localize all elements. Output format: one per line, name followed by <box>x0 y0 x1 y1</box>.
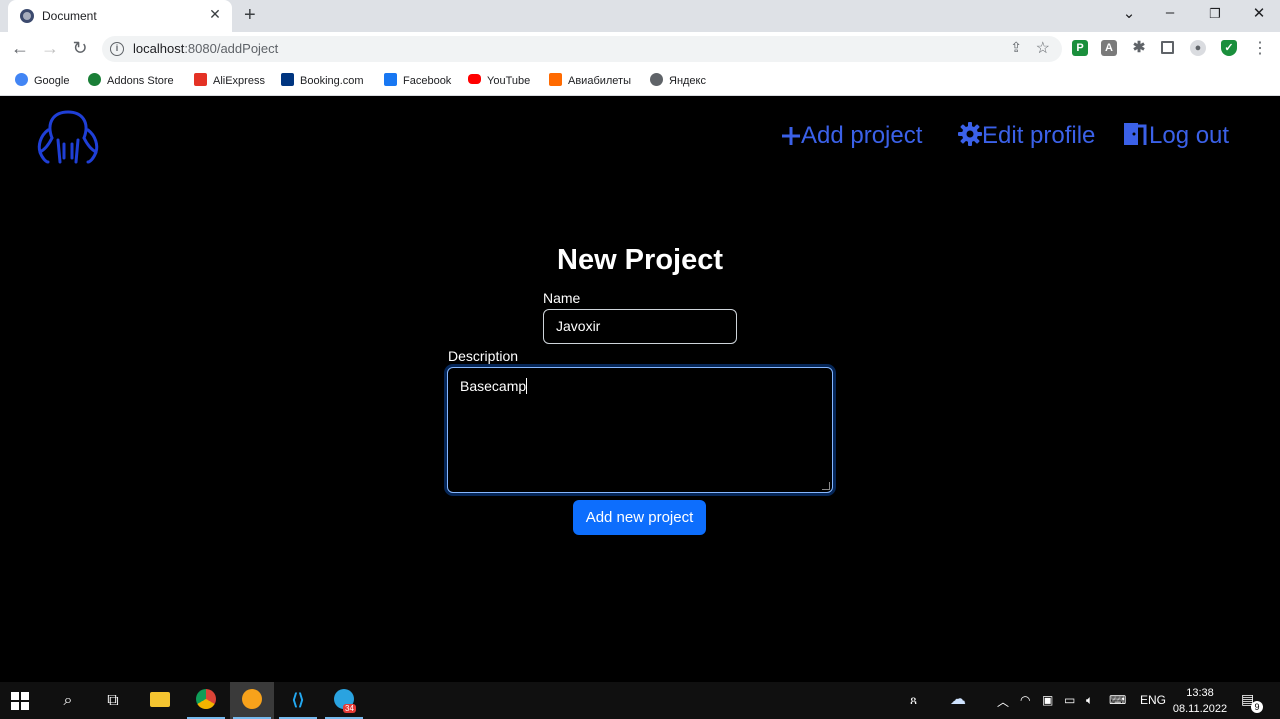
extensions-puzzle-icon[interactable]: ✱ <box>1131 40 1147 56</box>
add-project-label: Add project <box>801 122 923 149</box>
resize-handle[interactable] <box>822 482 830 490</box>
description-value: Basecamp <box>460 378 527 394</box>
booking-icon <box>281 73 294 86</box>
task-view-icon[interactable]: ⧉ <box>100 688 126 714</box>
browser-tab[interactable]: Document ✕ <box>8 0 232 32</box>
search-icon[interactable]: ⌕ <box>55 688 81 714</box>
side-panel-icon[interactable] <box>1161 41 1174 54</box>
system-clock[interactable]: 13:38 08.11.2022 <box>1170 685 1230 717</box>
add-new-project-button[interactable]: Add new project <box>573 500 706 535</box>
bookmark-star-icon[interactable]: ☆ <box>1036 38 1050 58</box>
browser-toolbar: ← → ↻ i localhost:8080/addPoject ⇪ ☆ P A… <box>0 32 1280 66</box>
browser-menu-icon[interactable]: ⋮ <box>1249 38 1271 58</box>
name-label: Name <box>543 290 581 306</box>
page-title: New Project <box>557 244 723 276</box>
yandex-globe-icon <box>650 73 663 86</box>
door-exit-icon <box>1124 123 1147 145</box>
wifi-icon[interactable]: ◠ <box>1020 693 1030 707</box>
aviabilety-icon <box>549 73 562 86</box>
windows-taskbar: ⌕ ⧉ ⟨⟩ 34 ጸ ☁ ︿ ◠ ▣ ▭ 🔈︎ ⌨ ENG 13:38 08.… <box>0 682 1280 719</box>
onedrive-cloud-icon[interactable]: ☁ <box>950 689 966 709</box>
facebook-icon <box>384 73 397 86</box>
site-info-icon[interactable]: i <box>110 42 124 56</box>
name-input[interactable]: Javoxir <box>543 309 737 344</box>
app-logo-icon[interactable] <box>34 108 102 164</box>
url-text[interactable]: localhost:8080/addPoject <box>133 41 278 56</box>
bookmark-aliexpress[interactable]: AliExpress <box>194 73 265 89</box>
file-explorer-icon[interactable] <box>147 688 173 714</box>
edit-profile-link[interactable]: Edit profile <box>958 122 1095 150</box>
new-tab-button[interactable]: + <box>244 4 256 27</box>
tab-search-icon[interactable]: ⌄ <box>1119 4 1139 22</box>
vscode-icon[interactable]: ⟨⟩ <box>285 688 311 714</box>
language-indicator[interactable]: ENG <box>1140 693 1166 707</box>
text-caret <box>526 378 528 394</box>
bookmark-booking[interactable]: Booking.com <box>281 73 364 89</box>
page-favicon-icon <box>20 9 34 23</box>
page-viewport: Add project Edit profile Log out New Pro… <box>0 96 1280 682</box>
edit-profile-label: Edit profile <box>982 122 1096 149</box>
notification-count-badge: 9 <box>1251 701 1263 713</box>
forward-icon[interactable]: → <box>39 38 61 59</box>
bookmark-google[interactable]: Google <box>15 73 69 89</box>
bookmark-facebook[interactable]: Facebook <box>384 73 451 89</box>
bookmark-aviabilety[interactable]: Авиабилеты <box>549 73 631 89</box>
telegram-badge: 34 <box>343 704 356 713</box>
tab-close-icon[interactable]: ✕ <box>206 6 224 23</box>
log-out-link[interactable]: Log out <box>1123 122 1229 150</box>
browser-tab-strip: Document ✕ + ⌄ – ❐ ✕ <box>0 0 1280 32</box>
share-icon[interactable]: ⇪ <box>1010 39 1022 56</box>
google-icon <box>15 73 28 86</box>
restore-icon[interactable]: ❐ <box>1205 6 1225 22</box>
bookmarks-bar: Google Addons Store AliExpress Booking.c… <box>0 66 1280 96</box>
addons-store-icon <box>88 73 101 86</box>
window-close-icon[interactable]: ✕ <box>1249 4 1269 22</box>
description-label: Description <box>448 348 519 364</box>
profile-avatar-icon[interactable]: ● <box>1190 40 1206 56</box>
bookmark-youtube[interactable]: YouTube <box>468 73 530 89</box>
log-out-label: Log out <box>1149 122 1230 149</box>
yandex-browser-icon[interactable] <box>239 688 265 714</box>
people-icon[interactable]: ጸ <box>910 693 917 708</box>
bookmark-yandex[interactable]: Яндекс <box>650 73 706 89</box>
extension-p-icon[interactable]: P <box>1072 40 1088 56</box>
aliexpress-icon <box>194 73 207 86</box>
description-textarea[interactable]: Basecamp <box>447 367 833 493</box>
volume-icon[interactable]: 🔈︎ <box>1086 693 1093 708</box>
gear-icon <box>958 122 982 146</box>
shield-extension-icon[interactable]: ✓ <box>1221 40 1237 56</box>
keyboard-icon[interactable]: ⌨ <box>1109 693 1126 707</box>
meet-now-icon[interactable]: ▣ <box>1042 693 1053 707</box>
bookmark-addons-store[interactable]: Addons Store <box>88 73 174 89</box>
chrome-icon[interactable] <box>193 688 219 714</box>
clock-date: 08.11.2022 <box>1172 703 1228 715</box>
plus-icon <box>782 127 800 145</box>
address-bar[interactable]: i localhost:8080/addPoject ⇪ ☆ <box>102 36 1062 62</box>
add-project-link[interactable]: Add project <box>781 122 922 150</box>
youtube-icon <box>468 74 481 84</box>
windows-start-icon[interactable] <box>11 692 29 710</box>
extension-a-icon[interactable]: A <box>1101 40 1117 56</box>
clock-time: 13:38 <box>1186 687 1214 699</box>
tab-title: Document <box>42 9 97 23</box>
battery-icon[interactable]: ▭ <box>1064 693 1075 707</box>
reload-icon[interactable]: ↻ <box>69 38 91 59</box>
back-icon[interactable]: ← <box>9 38 31 59</box>
minimize-icon[interactable]: – <box>1160 4 1180 21</box>
tray-chevron-icon[interactable]: ︿ <box>997 693 1009 710</box>
